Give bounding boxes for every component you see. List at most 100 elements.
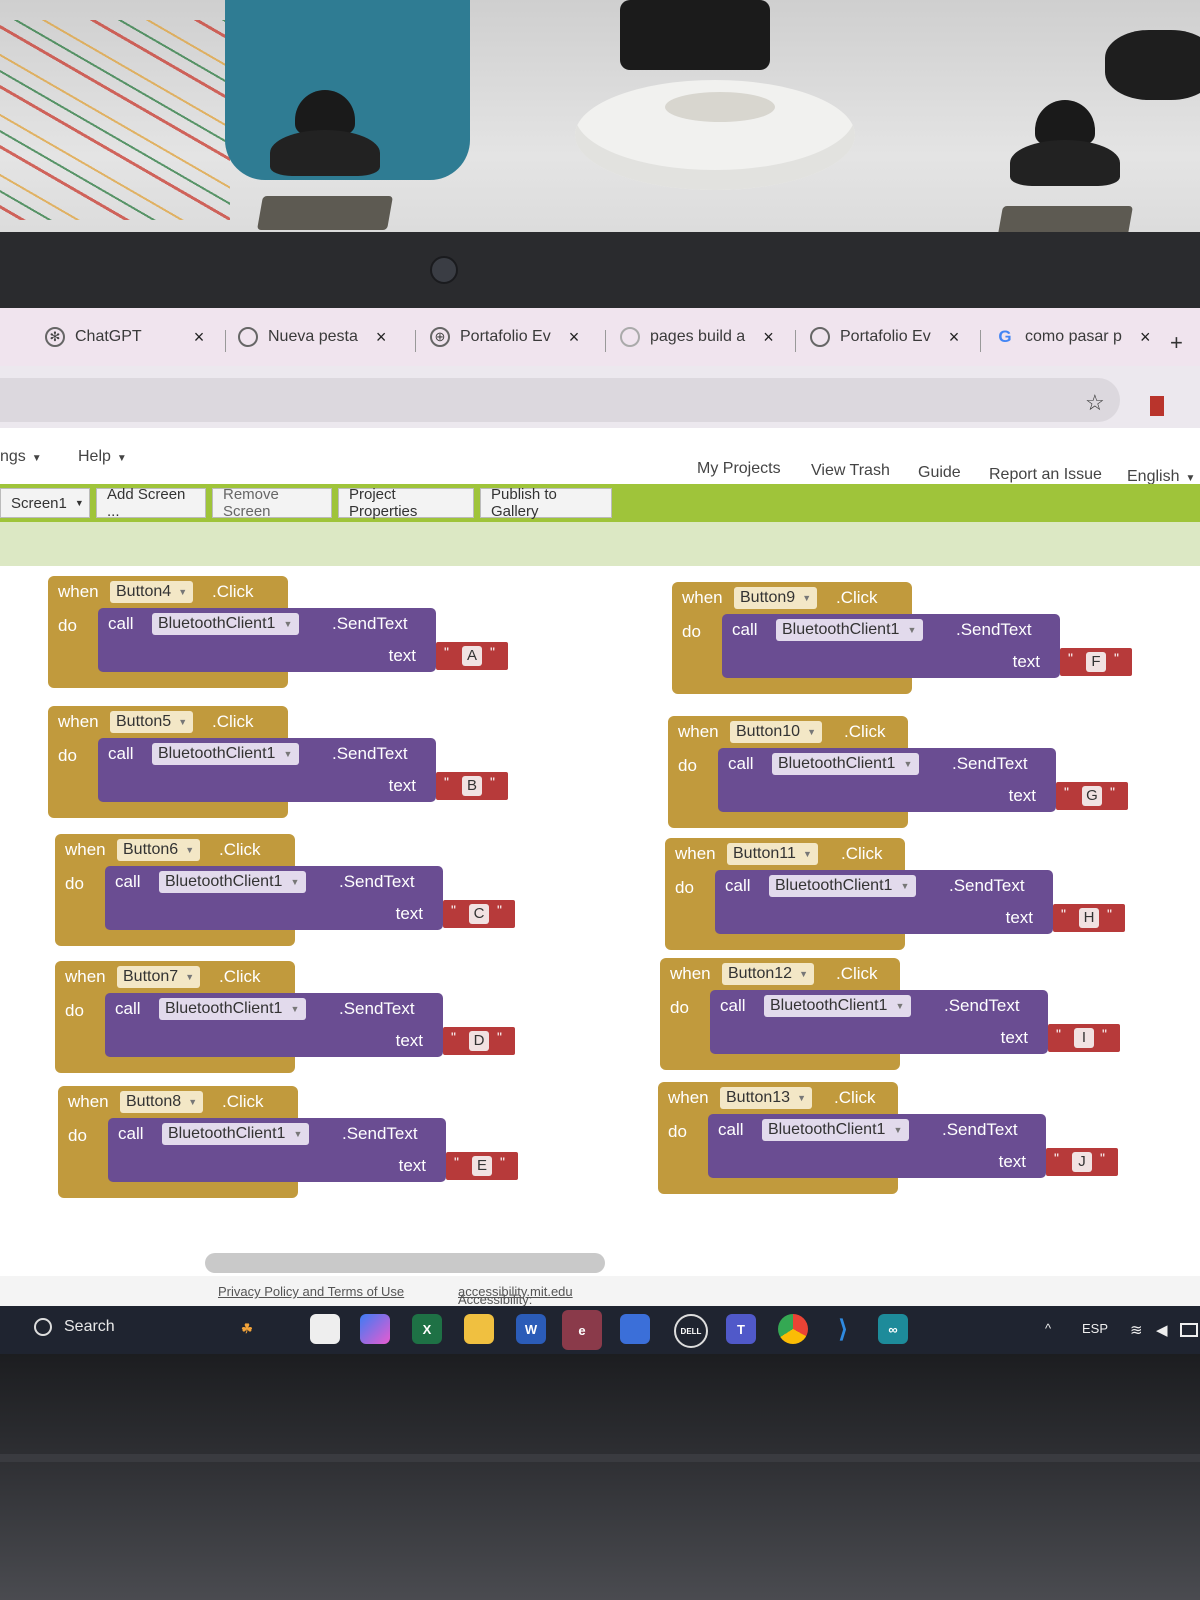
excel-icon[interactable]: X <box>412 1314 442 1344</box>
component-dropdown[interactable]: BluetoothClient1 ▼ <box>152 613 300 635</box>
file-explorer-icon[interactable] <box>464 1314 494 1344</box>
add-screen-button[interactable]: Add Screen ... <box>96 486 206 520</box>
teams-icon[interactable]: T <box>726 1314 756 1344</box>
tray-chevron-icon[interactable]: ^ <box>1045 1321 1051 1336</box>
when-click-event-block[interactable]: when Button5 ▼ .Click do call BluetoothClient1… <box>48 706 508 818</box>
blocks-workspace[interactable]: when Button4 ▼ .Click do call BluetoothClient1… <box>0 566 1200 1276</box>
menu-help[interactable]: Help ▼ <box>78 448 127 466</box>
address-input[interactable] <box>0 378 1120 422</box>
component-dropdown[interactable]: BluetoothClient1 ▼ <box>764 995 912 1017</box>
project-properties-button[interactable]: Project Properties <box>338 486 474 520</box>
chrome-icon[interactable] <box>778 1314 808 1344</box>
tab-nueva-pestana[interactable]: Nueva pesta × <box>238 320 386 354</box>
taskbar-search[interactable]: Search <box>34 1318 115 1336</box>
task-view-icon[interactable] <box>310 1314 340 1344</box>
component-dropdown[interactable]: BluetoothClient1 ▼ <box>772 753 920 775</box>
when-click-event-block[interactable]: when Button12 ▼ .Click do call BluetoothClient… <box>660 958 1120 1070</box>
button-component-dropdown[interactable]: Button13 ▼ <box>720 1087 813 1109</box>
close-tab-icon[interactable]: × <box>194 327 205 348</box>
when-click-event-block[interactable]: when Button13 ▼ .Click do call BluetoothClient… <box>658 1082 1118 1194</box>
button-component-dropdown[interactable]: Button6 ▼ <box>117 839 201 861</box>
button-component-dropdown[interactable]: Button12 ▼ <box>722 963 815 985</box>
menu-guide[interactable]: Guide <box>918 464 961 482</box>
call-sendtext-block[interactable]: call BluetoothClient1 ▼ .SendText text <box>715 870 1053 934</box>
call-sendtext-block[interactable]: call BluetoothClient1 ▼ .SendText text <box>108 1118 446 1182</box>
text-string-block[interactable]: " J " <box>1046 1148 1118 1176</box>
when-click-event-block[interactable]: when Button4 ▼ .Click do call BluetoothClient1… <box>48 576 508 688</box>
component-dropdown[interactable]: BluetoothClient1 ▼ <box>776 619 924 641</box>
workspace-horizontal-scrollbar[interactable] <box>205 1253 605 1273</box>
vscode-icon[interactable]: ⟩ <box>828 1314 858 1344</box>
close-tab-icon[interactable]: × <box>569 327 580 348</box>
arduino-icon[interactable]: ∞ <box>878 1314 908 1344</box>
call-sendtext-block[interactable]: call BluetoothClient1 ▼ .SendText text <box>722 614 1060 678</box>
text-string-block[interactable]: " A " <box>436 642 508 670</box>
string-value[interactable]: G <box>1082 786 1102 806</box>
accessibility-app-icon[interactable]: ☘ <box>232 1314 262 1344</box>
screen-select[interactable]: Screen1 ▼ <box>0 488 90 518</box>
privacy-policy-link[interactable]: Privacy Policy and Terms of Use <box>218 1284 404 1299</box>
dell-icon[interactable]: DELL <box>674 1314 708 1348</box>
component-dropdown[interactable]: BluetoothClient1 ▼ <box>152 743 300 765</box>
menu-my-projects[interactable]: My Projects <box>697 460 781 478</box>
component-dropdown[interactable]: BluetoothClient1 ▼ <box>769 875 917 897</box>
component-dropdown[interactable]: BluetoothClient1 ▼ <box>159 871 307 893</box>
close-tab-icon[interactable]: × <box>376 327 387 348</box>
component-dropdown[interactable]: BluetoothClient1 ▼ <box>159 998 307 1020</box>
bookmark-star-icon[interactable]: ☆ <box>1085 390 1105 416</box>
when-click-event-block[interactable]: when Button10 ▼ .Click do call BluetoothClient… <box>668 716 1128 828</box>
text-string-block[interactable]: " E " <box>446 1152 518 1180</box>
string-value[interactable]: B <box>462 776 482 796</box>
tab-portafolio-2[interactable]: Portafolio Ev × <box>810 320 959 354</box>
tab-chatgpt[interactable]: ✻ ChatGPT × <box>45 320 204 354</box>
text-string-block[interactable]: " F " <box>1060 648 1132 676</box>
button-component-dropdown[interactable]: Button4 ▼ <box>110 581 194 603</box>
component-dropdown[interactable]: BluetoothClient1 ▼ <box>162 1123 310 1145</box>
menu-report-issue[interactable]: Report an Issue <box>989 466 1102 484</box>
string-value[interactable]: C <box>469 904 489 924</box>
string-value[interactable]: E <box>472 1156 492 1176</box>
copilot-icon[interactable] <box>360 1314 390 1344</box>
call-sendtext-block[interactable]: call BluetoothClient1 ▼ .SendText text <box>718 748 1056 812</box>
text-string-block[interactable]: " I " <box>1048 1024 1120 1052</box>
component-dropdown[interactable]: BluetoothClient1 ▼ <box>762 1119 910 1141</box>
string-value[interactable]: H <box>1079 908 1099 928</box>
volume-icon[interactable]: ◀ <box>1156 1321 1168 1339</box>
text-string-block[interactable]: " D " <box>443 1027 515 1055</box>
button-component-dropdown[interactable]: Button8 ▼ <box>120 1091 204 1113</box>
wifi-icon[interactable]: ≋ <box>1130 1321 1143 1339</box>
extension-icon[interactable] <box>1150 396 1164 416</box>
call-sendtext-block[interactable]: call BluetoothClient1 ▼ .SendText text <box>710 990 1048 1054</box>
new-tab-button[interactable]: + <box>1170 330 1183 356</box>
text-string-block[interactable]: " B " <box>436 772 508 800</box>
string-value[interactable]: A <box>462 646 482 666</box>
close-tab-icon[interactable]: × <box>1140 327 1151 348</box>
tab-pages-build[interactable]: pages build a × <box>620 320 774 354</box>
call-sendtext-block[interactable]: call BluetoothClient1 ▼ .SendText text <box>98 738 436 802</box>
button-component-dropdown[interactable]: Button7 ▼ <box>117 966 201 988</box>
publish-to-gallery-button[interactable]: Publish to Gallery <box>480 486 612 520</box>
when-click-event-block[interactable]: when Button9 ▼ .Click do call BluetoothClient1… <box>672 582 1132 694</box>
when-click-event-block[interactable]: when Button8 ▼ .Click do call BluetoothClient1… <box>58 1086 518 1198</box>
text-string-block[interactable]: " G " <box>1056 782 1128 810</box>
close-tab-icon[interactable]: × <box>763 327 774 348</box>
tab-portafolio-1[interactable]: ⊕ Portafolio Ev × <box>430 320 579 354</box>
when-click-event-block[interactable]: when Button7 ▼ .Click do call BluetoothClient1… <box>55 961 515 1073</box>
string-value[interactable]: I <box>1074 1028 1094 1048</box>
menu-view-trash[interactable]: View Trash <box>811 462 890 480</box>
store-icon[interactable] <box>620 1314 650 1344</box>
string-value[interactable]: F <box>1086 652 1106 672</box>
language-indicator[interactable]: ESP <box>1082 1321 1108 1336</box>
call-sendtext-block[interactable]: call BluetoothClient1 ▼ .SendText text <box>105 866 443 930</box>
call-sendtext-block[interactable]: call BluetoothClient1 ▼ .SendText text <box>708 1114 1046 1178</box>
string-value[interactable]: D <box>469 1031 489 1051</box>
button-component-dropdown[interactable]: Button10 ▼ <box>730 721 823 743</box>
when-click-event-block[interactable]: when Button6 ▼ .Click do call BluetoothClient1… <box>55 834 515 946</box>
button-component-dropdown[interactable]: Button11 ▼ <box>727 843 818 865</box>
close-tab-icon[interactable]: × <box>949 327 960 348</box>
text-string-block[interactable]: " H " <box>1053 904 1125 932</box>
call-sendtext-block[interactable]: call BluetoothClient1 ▼ .SendText text <box>98 608 436 672</box>
button-component-dropdown[interactable]: Button9 ▼ <box>734 587 818 609</box>
call-sendtext-block[interactable]: call BluetoothClient1 ▼ .SendText text <box>105 993 443 1057</box>
word-icon[interactable]: W <box>516 1314 546 1344</box>
